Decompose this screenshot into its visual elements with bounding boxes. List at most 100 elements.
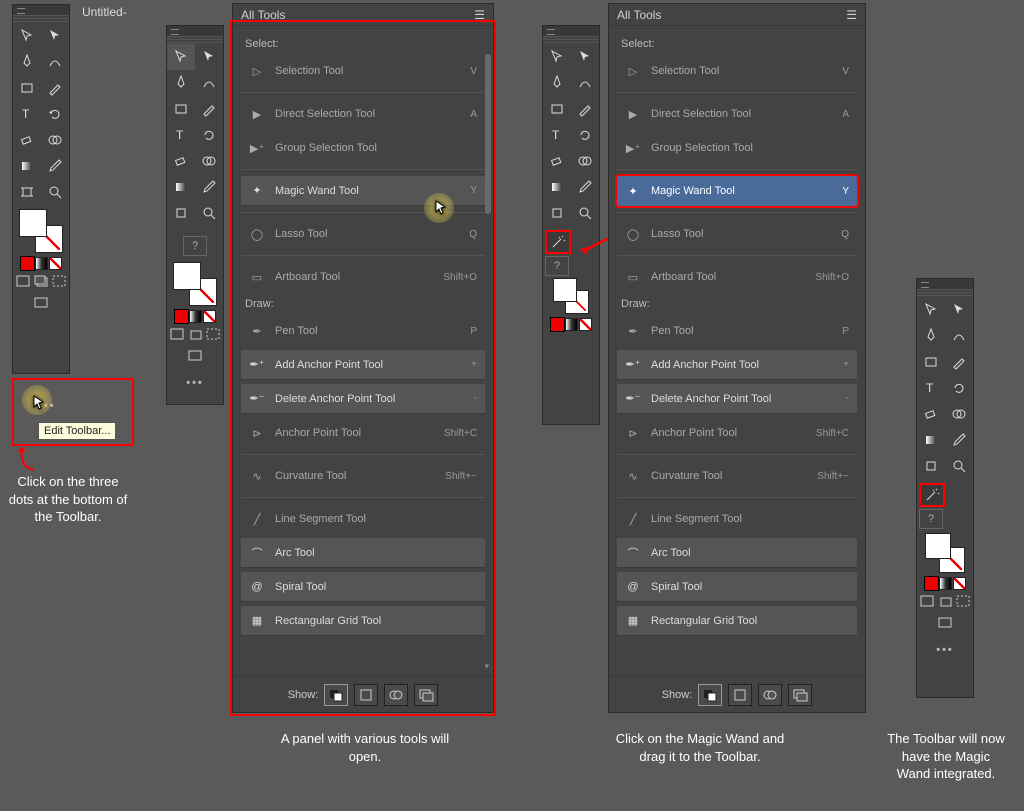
paintbrush-tool[interactable] xyxy=(945,349,973,375)
pen-tool[interactable] xyxy=(917,323,945,349)
show-screen-mode[interactable] xyxy=(788,684,812,706)
panel-collapse[interactable] xyxy=(917,279,973,289)
gradient-mode[interactable] xyxy=(939,577,952,590)
curvature-tool[interactable] xyxy=(195,70,223,96)
toolbar-grip[interactable] xyxy=(543,36,599,44)
draw-inside[interactable] xyxy=(955,594,972,608)
gradient-mode[interactable] xyxy=(189,310,202,323)
color-swatches[interactable] xyxy=(13,205,69,316)
paintbrush-tool[interactable] xyxy=(571,96,599,122)
draw-behind[interactable] xyxy=(33,274,50,288)
rotate-tool[interactable] xyxy=(571,122,599,148)
draw-inside[interactable] xyxy=(205,327,222,341)
tool-direct-selection[interactable]: ▶Direct Selection ToolA xyxy=(617,99,857,129)
gradient-mode[interactable] xyxy=(565,318,578,331)
shapebuilder-tool[interactable] xyxy=(195,148,223,174)
eyedropper-tool[interactable] xyxy=(571,174,599,200)
fill-swatch[interactable] xyxy=(925,533,951,559)
rotate-tool[interactable] xyxy=(41,101,69,127)
direct-selection-tool[interactable] xyxy=(945,297,973,323)
fill-swatch[interactable] xyxy=(19,209,47,237)
pen-tool[interactable] xyxy=(13,49,41,75)
tool-lasso[interactable]: ◯Lasso ToolQ xyxy=(617,219,857,249)
fill-swatch[interactable] xyxy=(173,262,201,290)
fill-swatch[interactable] xyxy=(553,278,577,302)
placeholder-tool[interactable]: ? xyxy=(183,236,207,256)
gradient-tool[interactable] xyxy=(917,427,945,453)
color-mode[interactable] xyxy=(175,310,188,323)
tool-group-selection[interactable]: ▶⁺Group Selection Tool xyxy=(617,133,857,163)
rectangle-tool[interactable] xyxy=(543,96,571,122)
selection-tool[interactable] xyxy=(543,44,571,70)
none-mode[interactable] xyxy=(203,310,216,323)
shapebuilder-tool[interactable] xyxy=(571,148,599,174)
draw-behind[interactable] xyxy=(937,594,954,608)
eraser-tool[interactable] xyxy=(167,148,195,174)
tool-anchor-point[interactable]: ⊳Anchor Point ToolShift+C xyxy=(617,418,857,448)
type-tool[interactable]: T xyxy=(167,122,195,148)
rectangle-tool[interactable] xyxy=(167,96,195,122)
artboard-tool[interactable] xyxy=(13,179,41,205)
paintbrush-tool[interactable] xyxy=(195,96,223,122)
artboard-tool[interactable] xyxy=(917,453,945,479)
eyedropper-tool[interactable] xyxy=(945,427,973,453)
curvature-tool[interactable] xyxy=(571,70,599,96)
show-drawing-mode[interactable] xyxy=(758,684,782,706)
zoom-tool[interactable] xyxy=(945,453,973,479)
rotate-tool[interactable] xyxy=(945,375,973,401)
pen-tool[interactable] xyxy=(543,70,571,96)
color-mode[interactable] xyxy=(21,257,34,270)
toolbar-grip[interactable] xyxy=(167,36,223,44)
none-mode[interactable] xyxy=(49,257,62,270)
selection-tool[interactable] xyxy=(167,44,195,70)
edit-toolbar-button[interactable]: ••• xyxy=(186,373,204,393)
magic-wand-tool[interactable] xyxy=(919,483,945,507)
eraser-tool[interactable] xyxy=(543,148,571,174)
curvature-tool[interactable] xyxy=(41,49,69,75)
rectangle-tool[interactable] xyxy=(13,75,41,101)
tool-magic-wand[interactable]: ✦Magic Wand ToolY xyxy=(617,176,857,206)
placeholder-tool[interactable]: ? xyxy=(919,509,943,529)
tool-line-segment[interactable]: ╱Line Segment Tool xyxy=(617,504,857,534)
screen-mode[interactable] xyxy=(937,614,953,632)
paintbrush-tool[interactable] xyxy=(41,75,69,101)
eyedropper-tool[interactable] xyxy=(195,174,223,200)
draw-behind[interactable] xyxy=(563,335,580,349)
tool-selection[interactable]: ▷Selection ToolV xyxy=(617,56,857,86)
eyedropper-tool[interactable] xyxy=(41,153,69,179)
direct-selection-tool[interactable] xyxy=(41,23,69,49)
zoom-tool[interactable] xyxy=(571,200,599,226)
curvature-tool[interactable] xyxy=(945,323,973,349)
tool-artboard[interactable]: ▭Artboard ToolShift+O xyxy=(617,262,857,292)
gradient-tool[interactable] xyxy=(13,153,41,179)
none-mode[interactable] xyxy=(579,318,592,331)
tool-add-anchor[interactable]: ✒⁺Add Anchor Point Tool+ xyxy=(617,350,857,380)
tool-arc[interactable]: ⌒Arc Tool xyxy=(617,538,857,568)
shapebuilder-tool[interactable] xyxy=(41,127,69,153)
toolbar-grip[interactable] xyxy=(917,289,973,297)
tool-pen[interactable]: ✒Pen ToolP xyxy=(617,316,857,346)
tool-delete-anchor[interactable]: ✒⁻Delete Anchor Point Tool- xyxy=(617,384,857,414)
artboard-tool[interactable] xyxy=(167,200,195,226)
tool-curvature[interactable]: ∿Curvature ToolShift+~ xyxy=(617,461,857,491)
screen-mode[interactable] xyxy=(187,347,203,365)
color-mode[interactable] xyxy=(925,577,938,590)
panel-menu-icon[interactable]: ☰ xyxy=(846,8,857,22)
draw-inside[interactable] xyxy=(581,335,598,349)
draw-normal[interactable] xyxy=(919,594,936,608)
gradient-tool[interactable] xyxy=(167,174,195,200)
show-color[interactable] xyxy=(728,684,752,706)
pen-tool[interactable] xyxy=(167,70,195,96)
panel-collapse[interactable] xyxy=(543,26,599,36)
rotate-tool[interactable] xyxy=(195,122,223,148)
type-tool[interactable]: T xyxy=(13,101,41,127)
zoom-tool[interactable] xyxy=(195,200,223,226)
color-mode[interactable] xyxy=(551,318,564,331)
zoom-tool[interactable] xyxy=(41,179,69,205)
magic-wand-drop-target[interactable] xyxy=(545,230,571,254)
gradient-mode[interactable] xyxy=(35,257,48,270)
draw-normal[interactable] xyxy=(545,335,562,349)
eraser-tool[interactable] xyxy=(13,127,41,153)
type-tool[interactable]: T xyxy=(917,375,945,401)
toolbar-grip[interactable] xyxy=(13,15,69,23)
